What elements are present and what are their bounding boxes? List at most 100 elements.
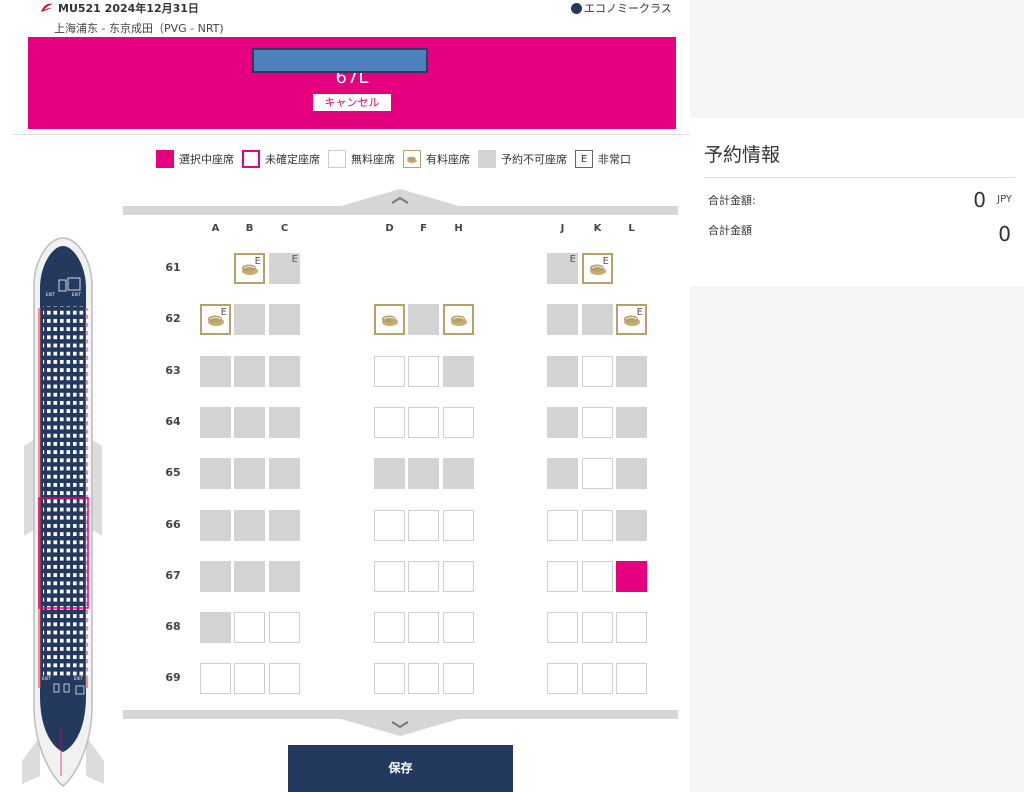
- seat-64K[interactable]: [582, 407, 613, 438]
- seat-67J[interactable]: [547, 561, 578, 592]
- cabin-class: エコノミークラス: [571, 0, 672, 16]
- currency-label: JPY: [997, 194, 1012, 205]
- seat-63D[interactable]: [374, 356, 405, 387]
- legend-exit: E 非常口: [575, 150, 631, 168]
- seat-67L[interactable]: [616, 561, 647, 592]
- seat-69L[interactable]: [616, 663, 647, 694]
- seat-69K[interactable]: [582, 663, 613, 694]
- seat-62J: [547, 304, 578, 335]
- seat-69H[interactable]: [443, 663, 474, 694]
- column-label: K: [593, 223, 602, 234]
- seat-63K[interactable]: [582, 356, 613, 387]
- seat-selection-panel: MU521 2024年12月31日 上海浦东 - 东京成田（PVG - NRT)…: [0, 0, 690, 792]
- legend-unavailable-label: 予約不可座席: [501, 153, 567, 166]
- seat-66J[interactable]: [547, 510, 578, 541]
- seat-61B[interactable]: E: [234, 253, 265, 284]
- seat-64H[interactable]: [443, 407, 474, 438]
- legend-free-swatch: [328, 150, 346, 168]
- booking-info-panel: 予約情報 合計金額: 0 JPY 合計金額 0: [690, 118, 1024, 286]
- svg-text:EXIT: EXIT: [46, 292, 55, 297]
- row-label: 61: [165, 261, 181, 274]
- seat-68D[interactable]: [374, 612, 405, 643]
- seat-69D[interactable]: [374, 663, 405, 694]
- legend-paid-label: 有料座席: [426, 153, 470, 166]
- row-label: 63: [165, 364, 181, 377]
- seat-63F[interactable]: [408, 356, 439, 387]
- seat-67C: [269, 561, 300, 592]
- row-label: 66: [165, 518, 181, 531]
- total-label-secondary: 合計金額: [708, 224, 752, 237]
- row-label: 62: [165, 312, 181, 325]
- seat-66K[interactable]: [582, 510, 613, 541]
- column-label: D: [385, 223, 394, 234]
- exit-marker: E: [254, 256, 261, 267]
- seat-62A[interactable]: E: [200, 304, 231, 335]
- seat-63H: [443, 356, 474, 387]
- cancel-button[interactable]: キャンセル: [313, 94, 391, 111]
- seat-68J[interactable]: [547, 612, 578, 643]
- seat-64F[interactable]: [408, 407, 439, 438]
- exit-marker: E: [602, 256, 609, 267]
- seat-69B[interactable]: [234, 663, 265, 694]
- seat-68B[interactable]: [234, 612, 265, 643]
- seat-65K[interactable]: [582, 458, 613, 489]
- divider: [12, 134, 690, 135]
- seat-61K[interactable]: E: [582, 253, 613, 284]
- seat-68A: [200, 612, 231, 643]
- seat-65F: [408, 458, 439, 489]
- legend-free: 無料座席: [328, 150, 395, 168]
- aircraft-overview-icon[interactable]: EXIT EXIT EXIT EXIT: [20, 236, 106, 788]
- scroll-up-button[interactable]: [123, 189, 678, 215]
- seat-66H[interactable]: [443, 510, 474, 541]
- seat-67D[interactable]: [374, 561, 405, 592]
- legend-free-label: 無料座席: [351, 153, 395, 166]
- seat-69A[interactable]: [200, 663, 231, 694]
- seat-67F[interactable]: [408, 561, 439, 592]
- column-label: F: [420, 223, 427, 234]
- flight-info: MU521 2024年12月31日: [58, 2, 199, 15]
- seat-69C[interactable]: [269, 663, 300, 694]
- total-label: 合計金額:: [708, 194, 756, 207]
- legend-paid-swatch: [403, 150, 421, 168]
- exit-marker: E: [636, 307, 643, 318]
- legend-selected-swatch: [156, 150, 174, 168]
- seat-68H[interactable]: [443, 612, 474, 643]
- seat-65H: [443, 458, 474, 489]
- legend-unavailable: 予約不可座席: [478, 150, 567, 168]
- seat-63A: [200, 356, 231, 387]
- seat-61J: E: [547, 253, 578, 284]
- seat-68L[interactable]: [616, 612, 647, 643]
- seat-62H[interactable]: [443, 304, 474, 335]
- scroll-down-button[interactable]: [123, 710, 678, 736]
- seat-64C: [269, 407, 300, 438]
- row-label: 65: [165, 466, 181, 479]
- seat-63L: [616, 356, 647, 387]
- legend-selected: 選択中座席: [156, 150, 234, 168]
- seat-66L: [616, 510, 647, 541]
- seat-66B: [234, 510, 265, 541]
- seat-68F[interactable]: [408, 612, 439, 643]
- seat-69J[interactable]: [547, 663, 578, 694]
- seat-64A: [200, 407, 231, 438]
- booking-divider: [704, 177, 1015, 178]
- legend-unconfirmed-swatch: [242, 150, 260, 168]
- save-button[interactable]: 保存: [288, 745, 513, 792]
- seat-64D[interactable]: [374, 407, 405, 438]
- seat-69F[interactable]: [408, 663, 439, 694]
- seat-62L[interactable]: E: [616, 304, 647, 335]
- seat-68C[interactable]: [269, 612, 300, 643]
- flight-header: MU521 2024年12月31日: [40, 0, 199, 16]
- seat-62D[interactable]: [374, 304, 405, 335]
- paid-seat-icon: [381, 315, 398, 326]
- row-label: 64: [165, 415, 181, 428]
- seat-66F[interactable]: [408, 510, 439, 541]
- seat-66D[interactable]: [374, 510, 405, 541]
- paid-seat-icon: [450, 315, 467, 326]
- seat-62K: [582, 304, 613, 335]
- svg-text:EXIT: EXIT: [42, 676, 51, 681]
- seat-67K[interactable]: [582, 561, 613, 592]
- seat-68K[interactable]: [582, 612, 613, 643]
- legend-exit-swatch: E: [575, 150, 593, 168]
- seat-67H[interactable]: [443, 561, 474, 592]
- seat-65D: [374, 458, 405, 489]
